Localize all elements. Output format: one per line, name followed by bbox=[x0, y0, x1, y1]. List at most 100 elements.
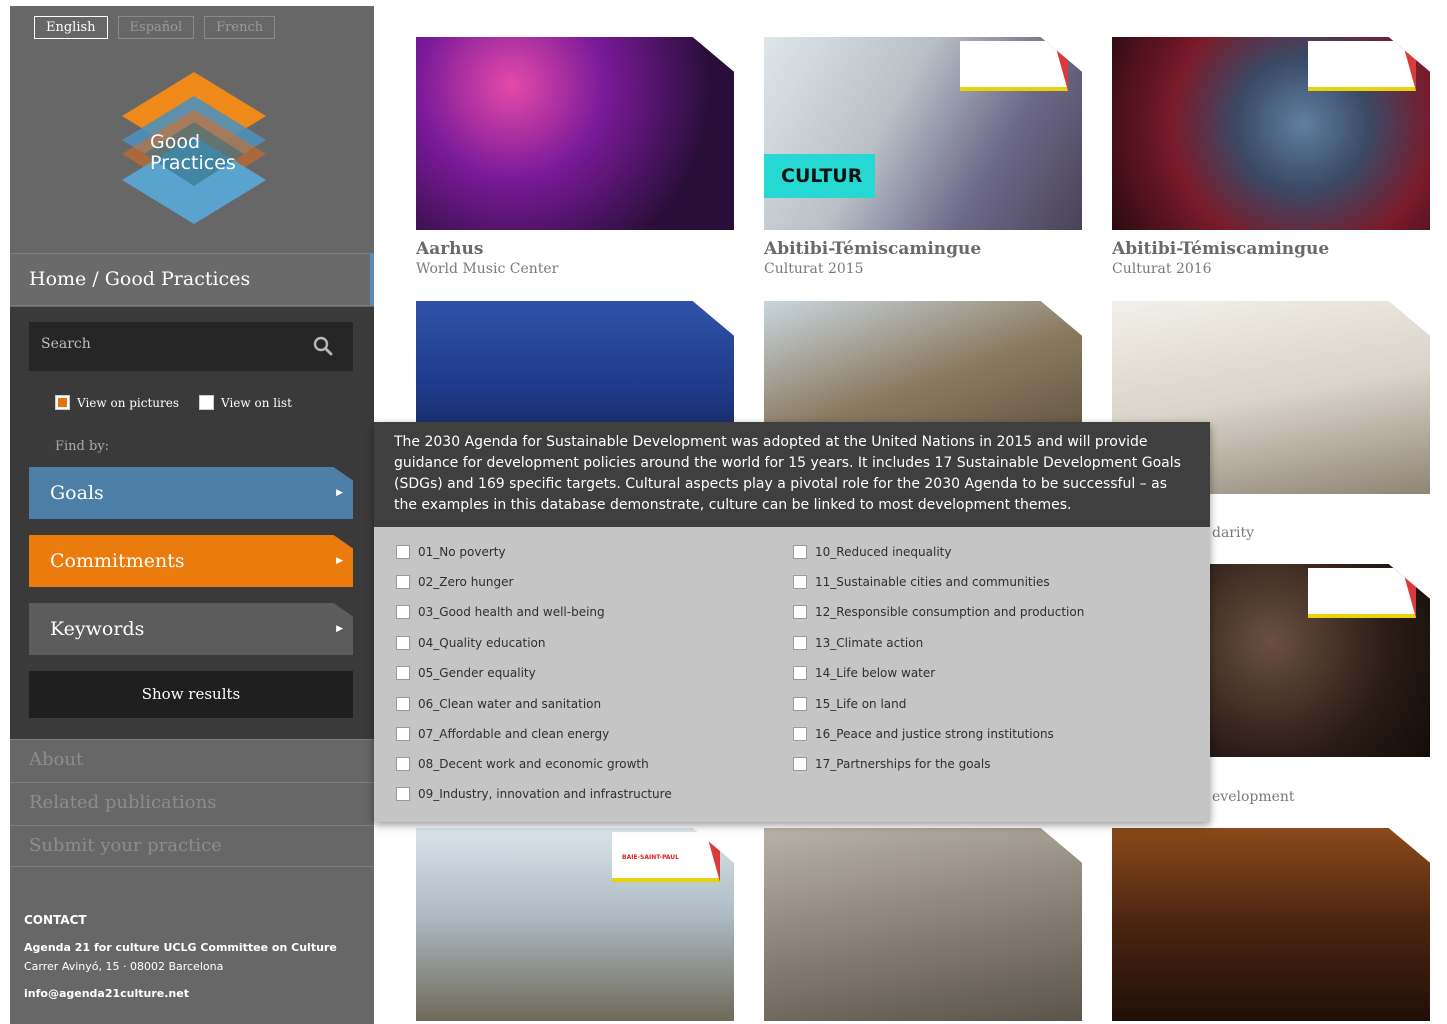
goal-option[interactable]: 10_Reduced inequality bbox=[793, 545, 951, 559]
practice-title[interactable]: Abitibi-Témiscamingue bbox=[1112, 239, 1430, 259]
keywords-filter-button[interactable]: Keywords ▶ bbox=[29, 603, 353, 655]
goal-checkbox[interactable] bbox=[396, 636, 410, 650]
goal-label: 17_Partnerships for the goals bbox=[815, 757, 991, 771]
goal-label: 05_Gender equality bbox=[418, 666, 536, 680]
goal-label: 02_Zero hunger bbox=[418, 575, 514, 589]
practice-card[interactable]: Abitibi-Témiscamingue Culturat 2016 bbox=[1112, 37, 1430, 277]
practice-card[interactable] bbox=[764, 828, 1082, 1021]
practice-title[interactable]: Abitibi-Témiscamingue bbox=[764, 239, 1082, 259]
goal-label: 06_Clean water and sanitation bbox=[418, 697, 602, 711]
filter-panel: View on pictures View on list Find by: G… bbox=[10, 307, 374, 739]
goal-checkbox[interactable] bbox=[396, 545, 410, 559]
practice-subtitle: World Music Center bbox=[416, 261, 559, 277]
view-on-pictures-checkbox[interactable] bbox=[55, 395, 70, 410]
award-badge bbox=[1308, 568, 1416, 618]
view-on-list-label: View on list bbox=[221, 395, 292, 410]
goals-filter-button[interactable]: Goals ▶ bbox=[29, 467, 353, 519]
goal-checkbox[interactable] bbox=[793, 605, 807, 619]
goal-checkbox[interactable] bbox=[793, 727, 807, 741]
goal-option[interactable]: 02_Zero hunger bbox=[396, 575, 513, 589]
award-badge: BAIE-SAINT-PAUL bbox=[612, 832, 720, 882]
breadcrumb-text[interactable]: Home / Good Practices bbox=[29, 268, 250, 290]
practice-image[interactable] bbox=[1112, 828, 1430, 1021]
goal-checkbox[interactable] bbox=[396, 605, 410, 619]
logo-text: Good Practices bbox=[150, 132, 236, 174]
cultur-sign: CULTUR bbox=[764, 154, 875, 198]
lang-espanol-button[interactable]: Español bbox=[117, 16, 195, 39]
goals-popup: The 2030 Agenda for Sustainable Developm… bbox=[374, 422, 1210, 822]
caret-right-icon: ▶ bbox=[336, 556, 343, 566]
goal-checkbox[interactable] bbox=[793, 697, 807, 711]
goal-checkbox[interactable] bbox=[793, 666, 807, 680]
practice-card[interactable]: CULTUR Abitibi-Témiscamingue Culturat 20… bbox=[764, 37, 1082, 277]
search-box bbox=[29, 322, 353, 371]
goal-option[interactable]: 04_Quality education bbox=[396, 636, 546, 650]
goal-option[interactable]: 16_Peace and justice strong institutions bbox=[793, 727, 1054, 741]
goals-filter-label: Goals bbox=[50, 482, 104, 504]
practice-subtitle: Culturat 2016 bbox=[1112, 261, 1212, 277]
goal-option[interactable]: 05_Gender equality bbox=[396, 666, 536, 680]
practice-card[interactable] bbox=[1112, 828, 1430, 1021]
goal-option[interactable]: 14_Life below water bbox=[793, 666, 935, 680]
goal-checkbox[interactable] bbox=[396, 757, 410, 771]
goal-option[interactable]: 15_Life on land bbox=[793, 697, 906, 711]
logo-line-1: Good bbox=[150, 131, 201, 153]
goal-checkbox[interactable] bbox=[396, 666, 410, 680]
contact-email[interactable]: info@agenda21culture.net bbox=[24, 984, 337, 1003]
view-on-list-option[interactable]: View on list bbox=[199, 395, 292, 410]
goal-label: 11_Sustainable cities and communities bbox=[815, 575, 1050, 589]
practice-image[interactable] bbox=[416, 37, 734, 230]
goal-option[interactable]: 07_Affordable and clean energy bbox=[396, 727, 609, 741]
lang-french-button[interactable]: French bbox=[204, 16, 276, 39]
contact-block: CONTACT Agenda 21 for culture UCLG Commi… bbox=[24, 911, 337, 1003]
commitments-filter-label: Commitments bbox=[50, 550, 185, 572]
sidebar: English Español French Good Practices Ho… bbox=[10, 6, 374, 1024]
submit-practice-link[interactable]: Submit your practice bbox=[10, 825, 374, 867]
goal-option[interactable]: 17_Partnerships for the goals bbox=[793, 757, 990, 771]
goal-checkbox[interactable] bbox=[793, 636, 807, 650]
goal-option[interactable]: 01_No poverty bbox=[396, 545, 506, 559]
goal-checkbox[interactable] bbox=[396, 787, 410, 801]
goal-checkbox[interactable] bbox=[396, 697, 410, 711]
goal-checkbox[interactable] bbox=[793, 757, 807, 771]
goal-option[interactable]: 08_Decent work and economic growth bbox=[396, 757, 649, 771]
award-badge bbox=[1308, 41, 1416, 91]
goal-checkbox[interactable] bbox=[396, 727, 410, 741]
show-results-button[interactable]: Show results bbox=[29, 671, 353, 718]
practice-image[interactable] bbox=[764, 828, 1082, 1021]
partial-caption: darity bbox=[1212, 525, 1255, 541]
practice-title[interactable]: Aarhus bbox=[416, 239, 734, 259]
goal-option[interactable]: 13_Climate action bbox=[793, 636, 923, 650]
related-publications-label: Related publications bbox=[29, 792, 217, 813]
goal-label: 03_Good health and well-being bbox=[418, 605, 605, 619]
logo-line-2: Practices bbox=[150, 152, 236, 174]
goal-checkbox[interactable] bbox=[396, 575, 410, 589]
goal-option[interactable]: 06_Clean water and sanitation bbox=[396, 697, 601, 711]
search-icon[interactable] bbox=[313, 336, 333, 356]
search-input[interactable] bbox=[41, 336, 291, 352]
view-on-pictures-option[interactable]: View on pictures bbox=[55, 395, 179, 410]
about-link[interactable]: About bbox=[10, 739, 374, 781]
lang-english-button[interactable]: English bbox=[34, 16, 108, 39]
goal-label: 01_No poverty bbox=[418, 545, 506, 559]
goal-checkbox[interactable] bbox=[793, 545, 807, 559]
contact-heading: CONTACT bbox=[24, 913, 87, 927]
contact-org: Agenda 21 for culture UCLG Committee on … bbox=[24, 941, 337, 954]
goal-option[interactable]: 12_Responsible consumption and productio… bbox=[793, 605, 1084, 619]
award-badge bbox=[960, 41, 1068, 91]
goal-option[interactable]: 09_Industry, innovation and infrastructu… bbox=[396, 787, 672, 801]
view-on-list-checkbox[interactable] bbox=[199, 395, 214, 410]
practice-image[interactable] bbox=[1112, 37, 1430, 230]
goal-option[interactable]: 11_Sustainable cities and communities bbox=[793, 575, 1050, 589]
caret-right-icon: ▶ bbox=[336, 488, 343, 498]
good-practices-logo[interactable]: Good Practices bbox=[114, 70, 274, 230]
caret-right-icon: ▶ bbox=[336, 624, 343, 634]
related-publications-link[interactable]: Related publications bbox=[10, 782, 374, 824]
practice-image[interactable]: CULTUR bbox=[764, 37, 1082, 230]
practice-card[interactable]: Aarhus World Music Center bbox=[416, 37, 734, 277]
commitments-filter-button[interactable]: Commitments ▶ bbox=[29, 535, 353, 587]
practice-image[interactable]: BAIE-SAINT-PAUL bbox=[416, 828, 734, 1021]
goal-option[interactable]: 03_Good health and well-being bbox=[396, 605, 605, 619]
goal-checkbox[interactable] bbox=[793, 575, 807, 589]
practice-card[interactable]: BAIE-SAINT-PAUL bbox=[416, 828, 734, 1021]
